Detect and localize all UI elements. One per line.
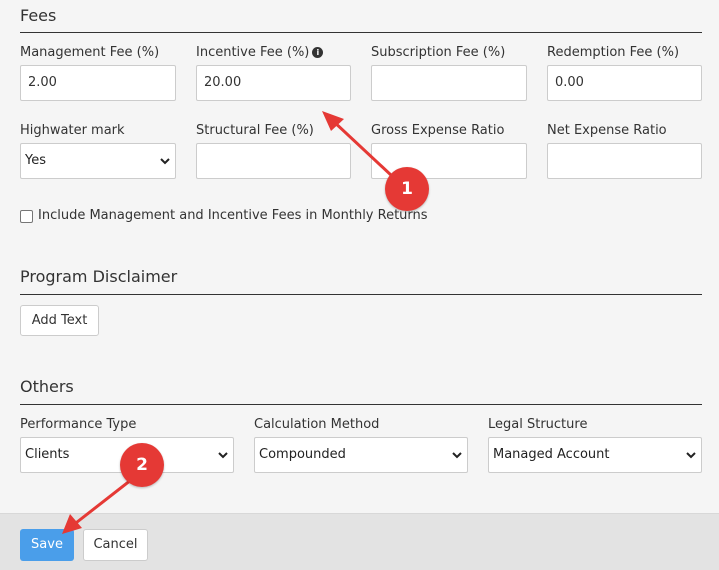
section-title-program-disclaimer: Program Disclaimer [20, 267, 178, 286]
annotation-arrowhead-1 [322, 111, 344, 131]
include-fees-label: Include Management and Incentive Fees in… [38, 208, 428, 223]
performance-type-value: Clients [25, 447, 70, 462]
incentive-fee-input[interactable]: 20.00 [196, 65, 351, 101]
highwater-mark-value: Yes [25, 153, 46, 168]
management-fee-input[interactable]: 2.00 [20, 65, 176, 101]
redemption-fee-input[interactable]: 0.00 [547, 65, 702, 101]
calculation-method-value: Compounded [259, 447, 346, 462]
net-expense-ratio-input[interactable] [547, 143, 702, 179]
include-fees-checkbox[interactable] [20, 210, 33, 223]
redemption-fee-label: Redemption Fee (%) [547, 45, 680, 60]
gross-expense-ratio-label: Gross Expense Ratio [371, 123, 505, 138]
incentive-fee-label: Incentive Fee (%) i [196, 45, 324, 60]
chevron-down-icon [686, 452, 696, 459]
chevron-down-icon [218, 452, 228, 459]
structural-fee-label: Structural Fee (%) [196, 123, 314, 138]
chevron-down-icon [160, 158, 170, 165]
chevron-down-icon [452, 452, 462, 459]
section-title-others: Others [20, 377, 74, 396]
net-expense-ratio-label: Net Expense Ratio [547, 123, 667, 138]
highwater-mark-select[interactable]: Yes [20, 143, 176, 179]
add-text-button[interactable]: Add Text [20, 305, 99, 336]
save-button[interactable]: Save [20, 529, 74, 561]
cancel-button[interactable]: Cancel [83, 529, 148, 561]
subscription-fee-input[interactable] [371, 65, 527, 101]
subscription-fee-label: Subscription Fee (%) [371, 45, 506, 60]
legal-structure-select[interactable]: Managed Account [488, 437, 702, 473]
legal-structure-label: Legal Structure [488, 417, 588, 432]
management-fee-label: Management Fee (%) [20, 45, 160, 60]
info-circle-icon[interactable]: i [312, 47, 324, 58]
legal-structure-value: Managed Account [493, 447, 610, 462]
section-title-fees: Fees [20, 6, 57, 25]
section-divider [20, 32, 702, 33]
performance-type-label: Performance Type [20, 417, 137, 432]
structural-fee-input[interactable] [196, 143, 351, 179]
highwater-mark-label: Highwater mark [20, 123, 125, 138]
section-divider [20, 404, 702, 405]
section-divider [20, 294, 702, 295]
calculation-method-select[interactable]: Compounded [254, 437, 468, 473]
calculation-method-label: Calculation Method [254, 417, 380, 432]
annotation-badge-1: 1 [385, 167, 429, 211]
annotation-badge-2: 2 [120, 443, 164, 487]
